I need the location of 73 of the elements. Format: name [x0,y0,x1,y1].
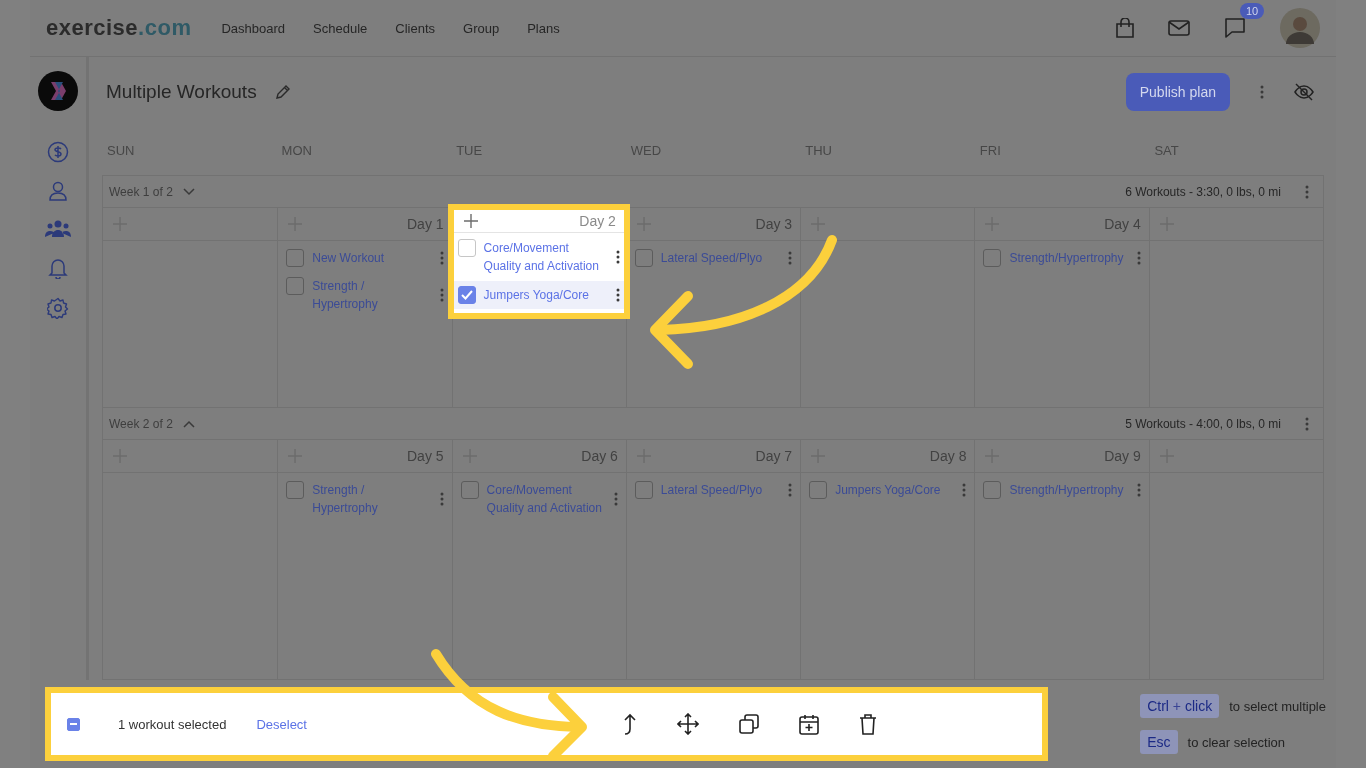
checkbox[interactable] [286,277,305,295]
day-label: Day 3 [755,216,793,232]
notification-badge: 10 [1240,3,1265,19]
nav-link[interactable]: Group [463,20,500,36]
selection-count: 1 workout selected [118,716,227,732]
day-label: Day 7 [755,448,793,464]
key-hint: Ctrl + click [1140,694,1220,718]
upload-arrow-icon[interactable] [623,713,637,735]
dollar-icon[interactable] [47,141,69,163]
workout-link[interactable]: New Workout [312,249,432,267]
checkbox[interactable] [286,249,305,267]
hidden-eye-icon[interactable] [1294,82,1314,101]
nav-link[interactable]: Dashboard [221,20,286,36]
day-label: Day 8 [929,448,967,464]
workout-link[interactable]: Core/Movement Quality and Activation [486,481,606,517]
partial-checkbox[interactable] [67,717,80,731]
workout-link[interactable]: Strength / Hypertrophy [312,481,432,517]
checkbox[interactable] [983,249,1002,267]
pencil-icon[interactable] [274,83,291,100]
checkbox[interactable] [983,481,1002,499]
workout-link[interactable]: Jumpers Yoga/Core [835,481,955,499]
hint-text: to select multiple [1229,698,1326,714]
publish-button[interactable]: Publish plan [1125,72,1230,111]
shopping-bag-icon[interactable] [1116,18,1134,38]
chevron-icon[interactable] [182,419,195,428]
nav-link[interactable]: Plans [527,20,560,36]
workout-link[interactable]: Strength/Hypertrophy [1009,481,1129,499]
day-label: Day 2 [579,213,616,229]
day-label: Day 1 [407,216,444,232]
hint-text: to clear selection [1187,734,1286,750]
workout-link[interactable]: Lateral Speed/Plyo [660,481,781,499]
copy-icon[interactable] [739,714,759,734]
week-summary: 6 Workouts - 3:30, 0 lbs, 0 mi [1125,184,1281,199]
settings-icon[interactable] [47,297,69,319]
avatar[interactable] [1280,8,1320,48]
week-summary: 5 Workouts - 4:00, 0 lbs, 0 mi [1125,416,1281,431]
chevron-icon[interactable] [182,187,195,196]
checkbox[interactable] [634,249,653,267]
deselect-link[interactable]: Deselect [256,716,307,732]
bell-icon[interactable] [48,257,68,279]
app-logo[interactable] [38,71,78,111]
workout-link[interactable]: Strength/Hypertrophy [1009,249,1129,267]
week-label: Week 2 of 2 [109,416,173,431]
plan-title: Multiple Workouts [106,80,257,103]
checkbox[interactable] [460,481,479,499]
group-icon[interactable] [45,219,71,239]
workout-link[interactable]: Strength / Hypertrophy [312,277,432,313]
checkbox[interactable] [457,286,476,304]
week-label: Week 1 of 2 [109,184,173,199]
more-icon[interactable] [615,288,620,302]
workout-link[interactable]: Core/Movement Quality and Activation [483,239,608,275]
day-label: Day 5 [407,448,444,464]
checkbox[interactable] [457,239,476,257]
chat-icon[interactable] [1224,17,1246,39]
nav-link[interactable]: Clients [395,20,436,36]
day-label: Day 4 [1104,216,1141,232]
day-label: Day 6 [581,448,618,464]
logo[interactable]: exercise.com [46,15,192,41]
weekday-heading: SAT [1153,143,1180,159]
workout-link[interactable]: Lateral Speed/Plyo [660,249,781,267]
checkbox[interactable] [286,481,305,499]
add-icon[interactable] [463,214,478,228]
checkbox[interactable] [809,481,828,499]
calendar-add-icon[interactable] [799,713,819,735]
day-label: Day 9 [1104,448,1141,464]
mail-icon[interactable] [1168,20,1190,36]
move-icon[interactable] [677,713,699,735]
trash-icon[interactable] [859,713,877,735]
nav-link[interactable]: Schedule [313,20,368,36]
more-icon[interactable] [615,250,620,264]
checkbox[interactable] [634,481,653,499]
person-icon[interactable] [48,181,68,201]
key-hint: Esc [1140,730,1178,754]
